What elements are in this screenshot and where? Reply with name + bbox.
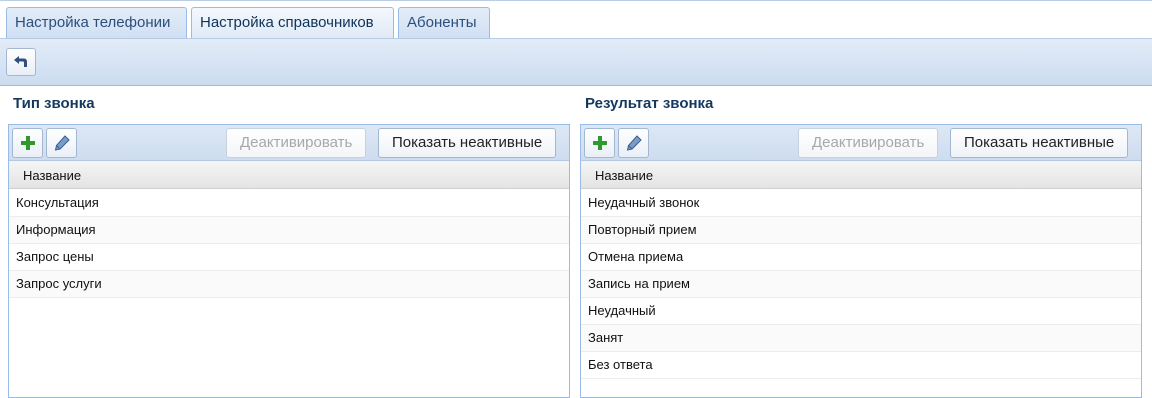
- tab-subscribers[interactable]: Абоненты: [398, 7, 490, 39]
- edit-call-result-button[interactable]: [618, 128, 649, 158]
- table-row[interactable]: Запись на прием: [581, 271, 1141, 298]
- deactivate-call-result-button[interactable]: Деактивировать: [798, 128, 939, 158]
- table-row[interactable]: Консультация: [9, 190, 569, 217]
- plus-icon: [20, 136, 35, 150]
- table-row[interactable]: Неудачный звонок: [581, 190, 1141, 217]
- tab-directory-settings[interactable]: Настройка справочников: [191, 7, 394, 39]
- back-button[interactable]: [6, 48, 36, 76]
- back-arrow-icon: [14, 56, 27, 67]
- table-row[interactable]: Занят: [581, 325, 1141, 352]
- table-row[interactable]: Повторный прием: [581, 217, 1141, 244]
- call-result-panel: Деактивировать Показать неактивные Назва…: [580, 124, 1142, 398]
- pencil-icon: [626, 135, 642, 151]
- column-name-header: Название: [595, 168, 654, 183]
- deactivate-call-type-button[interactable]: Деактивировать: [226, 128, 367, 158]
- call-result-list: Неудачный звонок Повторный прием Отмена …: [581, 190, 1141, 379]
- add-call-result-button[interactable]: [584, 128, 615, 158]
- call-type-title: Тип звонка: [13, 95, 95, 112]
- call-type-grid-header[interactable]: Название: [9, 161, 569, 189]
- call-type-panel: Деактивировать Показать неактивные Назва…: [8, 124, 570, 398]
- column-name-header: Название: [23, 168, 82, 183]
- call-type-toolbar: Деактивировать Показать неактивные: [9, 125, 569, 161]
- call-result-toolbar: Деактивировать Показать неактивные: [581, 125, 1141, 161]
- table-row[interactable]: Запрос услуги: [9, 271, 569, 298]
- pencil-icon: [54, 135, 70, 151]
- plus-icon: [592, 136, 607, 150]
- call-result-title: Результат звонка: [585, 95, 714, 112]
- tab-bar: Настройка телефонии Настройка справочник…: [0, 0, 1152, 39]
- call-result-grid-header[interactable]: Название: [581, 161, 1141, 189]
- main-toolbar: [0, 38, 1152, 86]
- table-row[interactable]: Информация: [9, 217, 569, 244]
- table-row[interactable]: Отмена приема: [581, 244, 1141, 271]
- show-inactive-call-types-button[interactable]: Показать неактивные: [378, 128, 557, 158]
- show-inactive-call-results-button[interactable]: Показать неактивные: [950, 128, 1129, 158]
- table-row[interactable]: Неудачный: [581, 298, 1141, 325]
- table-row[interactable]: Запрос цены: [9, 244, 569, 271]
- table-row[interactable]: Без ответа: [581, 352, 1141, 379]
- call-type-list: Консультация Информация Запрос цены Запр…: [9, 190, 569, 298]
- add-call-type-button[interactable]: [12, 128, 43, 158]
- edit-call-type-button[interactable]: [46, 128, 77, 158]
- tab-telephony-settings[interactable]: Настройка телефонии: [6, 7, 187, 39]
